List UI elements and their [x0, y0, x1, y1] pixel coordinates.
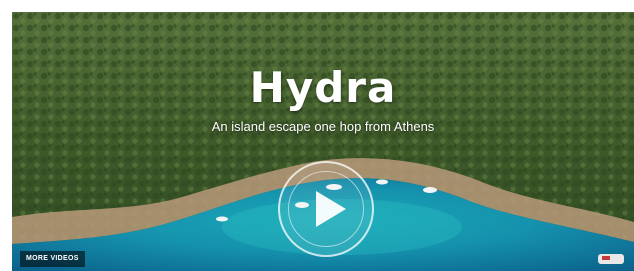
play-icon	[316, 191, 346, 227]
more-videos-button[interactable]: MORE VIDEOS	[20, 251, 85, 267]
video-player[interactable]: Hydra An island escape one hop from Athe…	[12, 12, 634, 271]
play-button[interactable]	[278, 161, 374, 257]
